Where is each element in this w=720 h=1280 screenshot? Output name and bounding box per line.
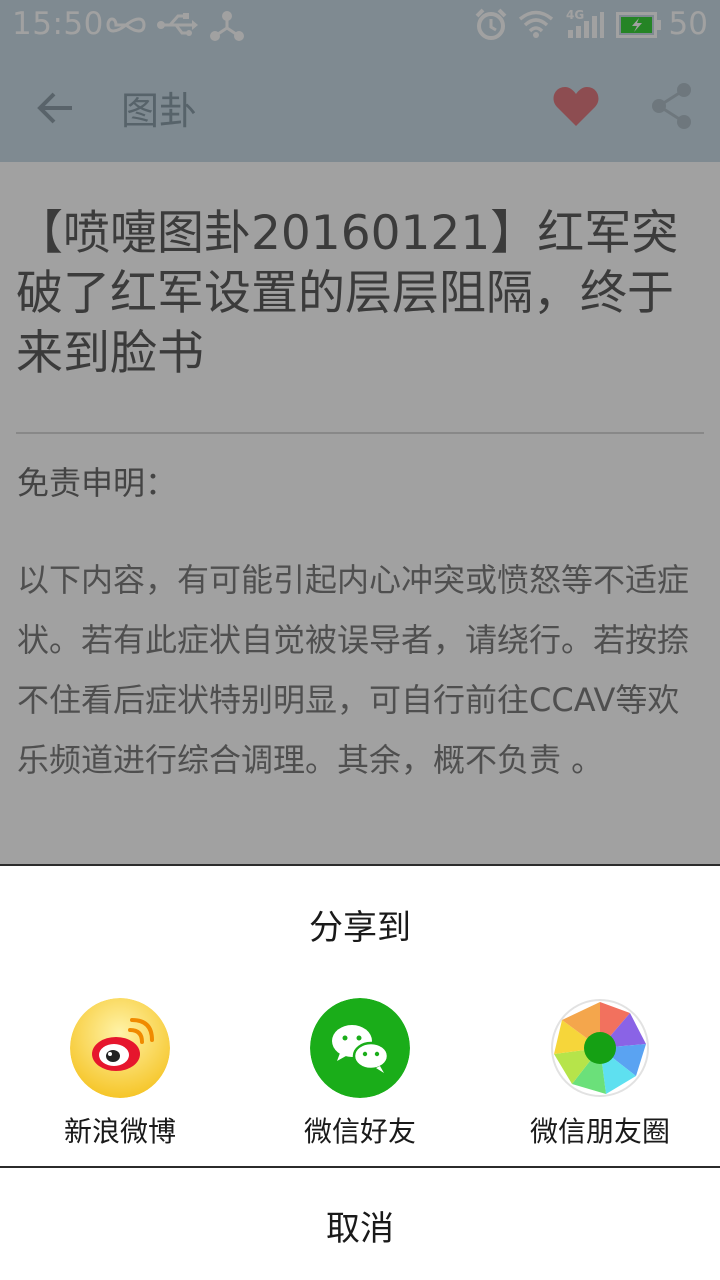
share-weibo-label: 新浪微博 — [63, 1115, 176, 1148]
modal-overlay[interactable] — [0, 0, 720, 864]
share-wechat-friends-button[interactable]: 微信好友 — [240, 998, 480, 1158]
wechat-icon — [310, 998, 410, 1098]
share-sheet-title: 分享到 — [309, 908, 411, 948]
share-weibo-button[interactable]: 新浪微博 — [0, 998, 240, 1158]
share-sheet: 分享到 新浪微博 微信好友 微信朋友圈 取消 — [0, 864, 720, 1280]
share-wechat-friends-label: 微信好友 — [303, 1115, 416, 1148]
cancel-button[interactable]: 取消 — [0, 1168, 720, 1280]
share-wechat-moments-button[interactable]: 微信朋友圈 — [480, 998, 720, 1158]
weibo-icon — [70, 998, 170, 1098]
share-wechat-moments-label: 微信朋友圈 — [529, 1115, 670, 1148]
wechat-moments-icon — [550, 998, 650, 1098]
